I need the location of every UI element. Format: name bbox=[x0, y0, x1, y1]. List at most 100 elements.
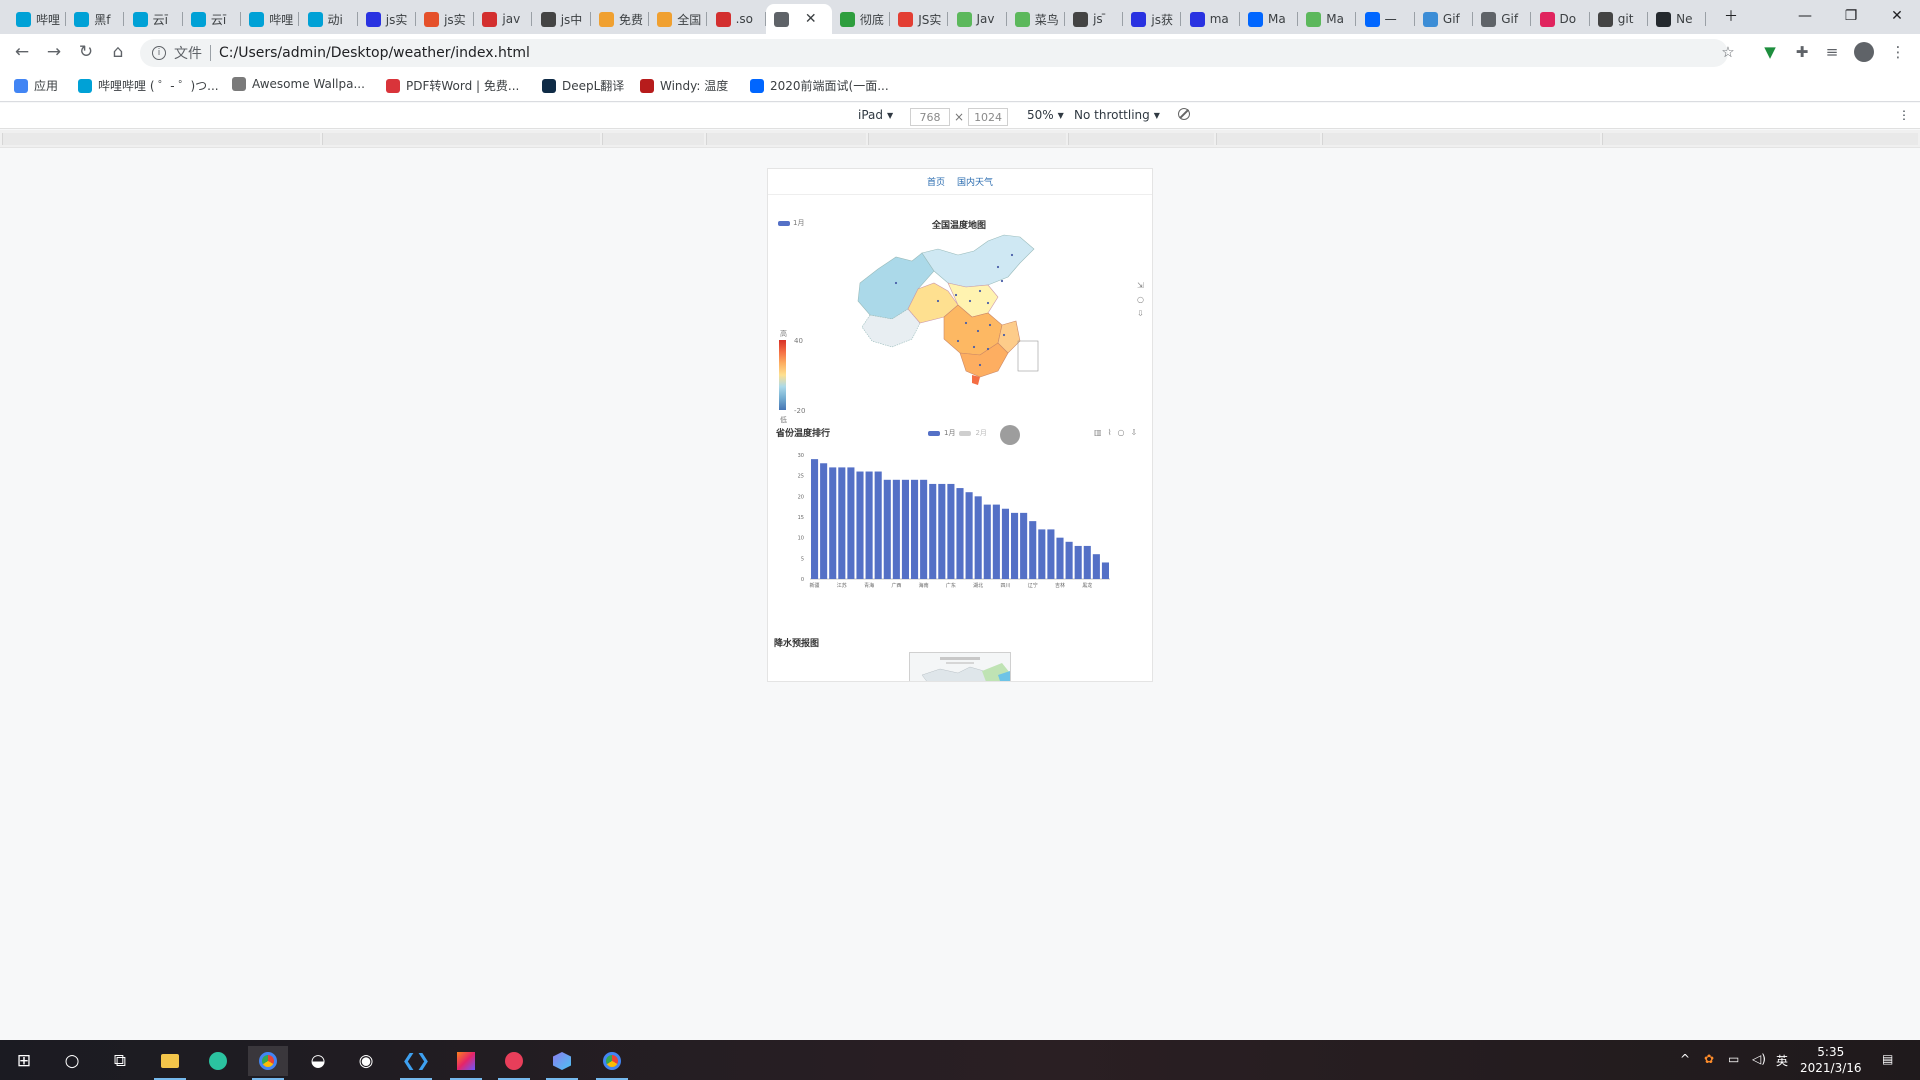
vscode-icon[interactable]: ❮❯ bbox=[396, 1046, 436, 1080]
bar-7[interactable] bbox=[874, 471, 882, 579]
new-tab-button[interactable]: ＋ bbox=[1708, 0, 1754, 32]
bar-32[interactable] bbox=[1101, 562, 1109, 579]
home-icon[interactable]: ⌂ bbox=[106, 40, 130, 64]
tab-25[interactable]: Gif bbox=[1473, 4, 1532, 34]
bar-legend[interactable]: 1月 2月 bbox=[928, 428, 987, 438]
reading-list-icon[interactable]: ≡ bbox=[1822, 42, 1842, 62]
zoom-select[interactable]: 50% ▼ bbox=[1027, 108, 1064, 122]
tab-22[interactable]: Ma bbox=[1298, 4, 1357, 34]
tab-10[interactable]: 免费 bbox=[591, 4, 649, 34]
bar-16[interactable] bbox=[956, 488, 964, 579]
tab-7[interactable]: js实 bbox=[416, 4, 475, 34]
tray-chevron-icon[interactable]: ^ bbox=[1680, 1052, 1690, 1066]
bar-20[interactable] bbox=[992, 504, 1000, 579]
refresh-icon[interactable]: ○ bbox=[1117, 428, 1124, 437]
tab-15[interactable]: JS实 bbox=[890, 4, 949, 34]
tab-11[interactable]: 全国 bbox=[649, 4, 708, 34]
chrome-icon[interactable] bbox=[248, 1046, 288, 1080]
tray-app-icon[interactable]: ✿ bbox=[1704, 1052, 1714, 1066]
bar-18[interactable] bbox=[974, 496, 982, 579]
back-arrow-icon[interactable]: ← bbox=[10, 40, 34, 64]
steam-icon[interactable]: ◉ bbox=[346, 1046, 386, 1076]
map-legend[interactable]: 1月 bbox=[778, 218, 804, 228]
bar-25[interactable] bbox=[1038, 529, 1046, 579]
bar-21[interactable] bbox=[1001, 508, 1009, 579]
tab-17[interactable]: 菜鸟 bbox=[1007, 4, 1065, 34]
tab-close-icon[interactable]: ✕ bbox=[805, 11, 817, 27]
windows-start-icon[interactable]: ⊞ bbox=[4, 1046, 44, 1076]
device-more-icon[interactable]: ⋮ bbox=[1898, 108, 1910, 122]
bar-30[interactable] bbox=[1083, 545, 1091, 579]
bar-chart-icon[interactable]: ▥ bbox=[1094, 428, 1102, 437]
height-input[interactable]: 1024 bbox=[968, 108, 1009, 126]
bar-19[interactable] bbox=[983, 504, 991, 579]
bar-31[interactable] bbox=[1092, 554, 1100, 579]
chrome-icon[interactable] bbox=[592, 1046, 632, 1080]
nav-link-home[interactable]: 首页 bbox=[927, 175, 945, 188]
refresh-icon[interactable]: ○ bbox=[1137, 293, 1144, 307]
bookmark-6[interactable]: 2020前端面试(一面... bbox=[750, 77, 889, 94]
task-view-icon[interactable]: ⧉ bbox=[100, 1046, 140, 1076]
hexagon-app-icon[interactable] bbox=[542, 1046, 582, 1080]
bar-27[interactable] bbox=[1056, 537, 1064, 579]
tab-13[interactable]: ✕ bbox=[765, 4, 832, 34]
ime-indicator[interactable]: 英 bbox=[1776, 1052, 1788, 1069]
bookmark-5[interactable]: Windy: 温度 bbox=[640, 77, 728, 94]
bar-2[interactable] bbox=[829, 467, 837, 579]
tab-28[interactable]: Ne bbox=[1648, 4, 1707, 34]
close-window-button[interactable]: ✕ bbox=[1874, 0, 1920, 32]
minimize-button[interactable]: — bbox=[1782, 0, 1828, 32]
vue-devtools-icon[interactable]: ▼ bbox=[1760, 42, 1780, 62]
tab-8[interactable]: jav bbox=[474, 4, 533, 34]
bar-11[interactable] bbox=[911, 479, 919, 579]
tab-4[interactable]: 哔哩 bbox=[241, 4, 300, 34]
device-select[interactable]: iPad ▼ bbox=[858, 108, 893, 122]
reload-icon[interactable]: ↻ bbox=[74, 40, 98, 64]
qq-penguin-icon[interactable]: ◒ bbox=[298, 1046, 338, 1076]
jetbrains-icon[interactable] bbox=[446, 1046, 486, 1080]
bar-12[interactable] bbox=[920, 479, 928, 579]
volume-icon[interactable]: ◁) bbox=[1752, 1052, 1766, 1066]
bar-13[interactable] bbox=[929, 483, 937, 579]
tab-27[interactable]: git bbox=[1590, 4, 1648, 34]
bar-9[interactable] bbox=[892, 479, 900, 579]
bar-4[interactable] bbox=[847, 467, 855, 579]
tab-19[interactable]: js获 bbox=[1123, 4, 1182, 34]
tab-6[interactable]: js实 bbox=[358, 4, 416, 34]
tab-24[interactable]: Gif bbox=[1415, 4, 1473, 34]
throttling-select[interactable]: No throttling ▼ bbox=[1074, 108, 1160, 122]
bookmark-0[interactable]: 应用 bbox=[14, 77, 58, 94]
search-icon[interactable]: ○ bbox=[52, 1046, 92, 1076]
edge-icon[interactable] bbox=[198, 1046, 238, 1076]
visual-map-gradient[interactable] bbox=[779, 340, 786, 410]
network-icon[interactable]: ▭ bbox=[1728, 1052, 1739, 1066]
tab-2[interactable]: 云ī bbox=[125, 4, 183, 34]
forward-arrow-icon[interactable]: → bbox=[42, 40, 66, 64]
tab-12[interactable]: .so bbox=[708, 4, 766, 34]
restore-button[interactable]: ❐ bbox=[1828, 0, 1874, 32]
tab-23[interactable]: 一 bbox=[1357, 4, 1415, 34]
tab-3[interactable]: 云ī bbox=[183, 4, 241, 34]
tab-18[interactable]: js ̄ bbox=[1065, 4, 1124, 34]
extensions-puzzle-icon[interactable]: ✚ bbox=[1792, 42, 1812, 62]
bar-24[interactable] bbox=[1029, 521, 1037, 579]
bookmark-1[interactable]: 哔哩哔哩 ( ゜- ゜)つ... bbox=[78, 77, 219, 94]
nav-link-domestic-weather[interactable]: 国内天气 bbox=[957, 175, 993, 188]
width-input[interactable]: 768 bbox=[910, 108, 950, 126]
address-bar[interactable]: i 文件 C:/Users/admin/Desktop/weather/inde… bbox=[140, 39, 1728, 67]
bookmark-2[interactable]: Awesome Wallpa... bbox=[232, 77, 365, 91]
tab-16[interactable]: Jav bbox=[949, 4, 1007, 34]
bar-15[interactable] bbox=[947, 483, 955, 579]
clock[interactable]: 5:35 2021/3/16 bbox=[1800, 1044, 1862, 1076]
download-icon[interactable]: ⇩ bbox=[1137, 307, 1144, 321]
bar-23[interactable] bbox=[1020, 512, 1028, 579]
bar-28[interactable] bbox=[1065, 541, 1073, 579]
bar-0[interactable] bbox=[811, 459, 819, 579]
line-chart-icon[interactable]: ⌇ bbox=[1108, 428, 1112, 437]
bar-29[interactable] bbox=[1074, 545, 1082, 579]
tab-1[interactable]: 黑f bbox=[66, 4, 125, 34]
tab-9[interactable]: js中 bbox=[533, 4, 591, 34]
tab-5[interactable]: 动i bbox=[300, 4, 358, 34]
bookmark-4[interactable]: DeepL翻译 bbox=[542, 77, 624, 94]
bar-1[interactable] bbox=[820, 463, 828, 579]
